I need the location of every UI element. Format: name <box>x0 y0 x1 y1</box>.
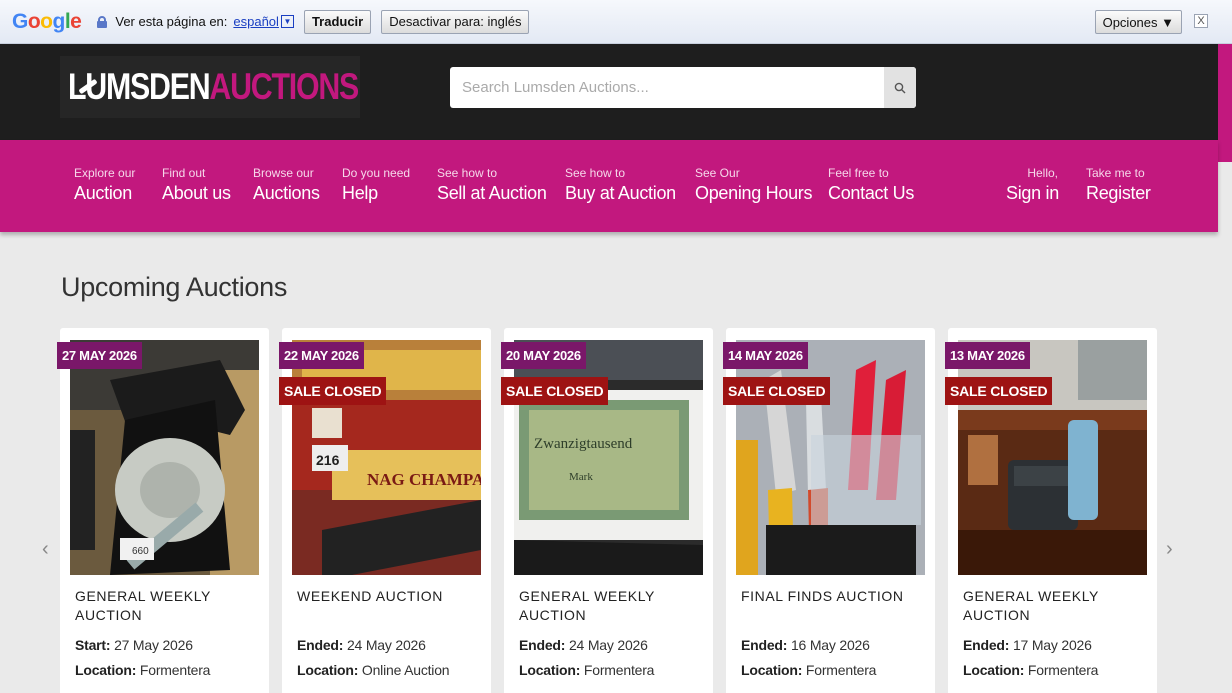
auction-location-line: Location: Formentera <box>519 662 655 678</box>
auction-location-line: Location: Formentera <box>741 662 877 678</box>
svg-text:Mark: Mark <box>569 471 593 483</box>
logo-text-auctions: AUCTIONS <box>209 66 359 107</box>
auction-image-incense[interactable]: NAG CHAMPA 216 <box>292 340 481 575</box>
auction-location-line: Location: Formentera <box>75 662 211 678</box>
auction-date-line: Ended: 24 May 2026 <box>519 637 648 653</box>
carousel-prev-icon[interactable]: ‹ <box>42 538 49 561</box>
svg-text:216: 216 <box>316 452 340 468</box>
auction-card[interactable]: 14 MAY 2026 SALE CLOSED FINAL FINDS AUCT… <box>723 328 935 693</box>
sale-closed-badge: SALE CLOSED <box>723 377 831 405</box>
options-button[interactable]: Opciones ▼ <box>1094 10 1182 34</box>
sale-closed-badge: SALE CLOSED <box>279 377 387 405</box>
nav-item-about[interactable]: Find out About us <box>162 166 231 206</box>
auction-card[interactable]: 660 27 MAY 2026 GENERAL WEEKLY AUCTION S… <box>57 328 269 693</box>
auction-date-badge: 27 MAY 2026 <box>57 342 142 369</box>
auction-date-badge: 20 MAY 2026 <box>501 342 586 369</box>
nav-item-opening-hours[interactable]: See Our Opening Hours <box>695 166 812 206</box>
site-header: LUMSDENAUCTIONS <box>0 44 1218 140</box>
translate-prompt: Ver esta página en: <box>115 14 228 29</box>
auction-image-knives[interactable] <box>736 340 925 575</box>
logo-text-lumsden: LUMSDEN <box>68 66 211 107</box>
nav-item-auction[interactable]: Explore our Auction <box>74 166 135 206</box>
auction-image-furniture[interactable] <box>958 340 1147 575</box>
auction-image-telephone[interactable]: 660 <box>70 340 259 575</box>
auction-date-line: Ended: 24 May 2026 <box>297 637 426 653</box>
auction-card[interactable]: Zwanzigtausend Mark 20 MAY 2026 SALE CLO… <box>501 328 713 693</box>
auction-location-line: Location: Formentera <box>963 662 1099 678</box>
svg-text:NAG CHAMPA: NAG CHAMPA <box>367 470 481 489</box>
google-logo: Google <box>12 9 82 33</box>
search-button[interactable] <box>884 67 916 108</box>
svg-text:660: 660 <box>132 546 149 557</box>
nav-item-help[interactable]: Do you need Help <box>342 166 410 206</box>
sale-closed-badge: SALE CLOSED <box>501 377 609 405</box>
search-input[interactable] <box>450 67 884 108</box>
nav-item-contact[interactable]: Feel free to Contact Us <box>828 166 914 206</box>
auction-card[interactable]: 13 MAY 2026 SALE CLOSED GENERAL WEEKLY A… <box>945 328 1157 693</box>
translate-button[interactable]: Traducir <box>303 9 372 34</box>
auction-date-badge: 13 MAY 2026 <box>945 342 1030 369</box>
search-icon <box>894 82 906 93</box>
site-logo[interactable]: LUMSDENAUCTIONS <box>60 56 360 118</box>
auction-image-banknote[interactable]: Zwanzigtausend Mark <box>514 340 703 575</box>
translate-bar: Google Ver esta página en: español ▼ Tra… <box>0 0 1232 44</box>
page-title: Upcoming Auctions <box>61 272 288 302</box>
nav-item-buy[interactable]: See how to Buy at Auction <box>565 166 676 206</box>
close-icon[interactable]: X <box>1194 14 1208 28</box>
nav-item-auctions[interactable]: Browse our Auctions <box>253 166 320 206</box>
lock-icon <box>97 15 108 28</box>
carousel-next-icon[interactable]: › <box>1166 538 1173 561</box>
auction-card[interactable]: NAG CHAMPA 216 22 MAY 2026 SALE CLOSED W… <box>279 328 491 693</box>
disable-translate-button[interactable]: Desactivar para: inglés <box>381 9 530 34</box>
auction-title[interactable]: FINAL FINDS AUCTION <box>741 587 921 606</box>
auction-title[interactable]: GENERAL WEEKLY AUCTION <box>963 587 1143 625</box>
auction-title[interactable]: WEEKEND AUCTION <box>297 587 477 606</box>
main-nav: Explore our Auction Find out About us Br… <box>0 140 1218 232</box>
language-dropdown-icon[interactable]: ▼ <box>280 15 294 28</box>
nav-item-sign-in[interactable]: Hello, Sign in <box>1006 166 1059 206</box>
auction-date-line: Start: 27 May 2026 <box>75 637 193 653</box>
sale-closed-badge: SALE CLOSED <box>945 377 1053 405</box>
auction-date-line: Ended: 16 May 2026 <box>741 637 870 653</box>
auction-date-badge: 14 MAY 2026 <box>723 342 808 369</box>
auction-date-line: Ended: 17 May 2026 <box>963 637 1092 653</box>
search-bar <box>450 67 916 108</box>
nav-item-sell[interactable]: See how to Sell at Auction <box>437 166 547 206</box>
svg-text:Zwanzigtausend: Zwanzigtausend <box>534 436 633 452</box>
auction-location-line: Location: Online Auction <box>297 662 450 678</box>
language-link[interactable]: español <box>233 14 279 29</box>
side-strip <box>1218 44 1232 162</box>
auction-date-badge: 22 MAY 2026 <box>279 342 364 369</box>
nav-item-register[interactable]: Take me to Register <box>1086 166 1151 206</box>
auction-title[interactable]: GENERAL WEEKLY AUCTION <box>519 587 699 625</box>
auction-title[interactable]: GENERAL WEEKLY AUCTION <box>75 587 255 625</box>
